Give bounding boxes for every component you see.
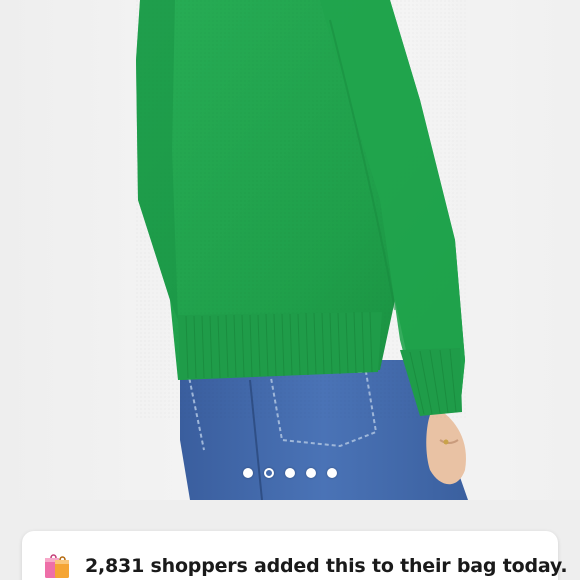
carousel-dot-4[interactable]: [306, 468, 316, 478]
shopping-bags-icon: [42, 551, 72, 580]
social-proof-card: 2,831 shoppers added this to their bag t…: [22, 531, 568, 580]
product-photo: [0, 0, 580, 500]
social-proof-message: 2,831 shoppers added this to their bag t…: [85, 555, 568, 577]
carousel-dots: [0, 468, 580, 482]
carousel-dot-1[interactable]: [243, 468, 253, 478]
carousel-dot-2-active[interactable]: [264, 468, 274, 478]
carousel-dot-3[interactable]: [285, 468, 295, 478]
carousel-dot-5[interactable]: [327, 468, 337, 478]
product-image[interactable]: [0, 0, 580, 500]
product-page: 2,831 shoppers added this to their bag t…: [0, 0, 580, 580]
